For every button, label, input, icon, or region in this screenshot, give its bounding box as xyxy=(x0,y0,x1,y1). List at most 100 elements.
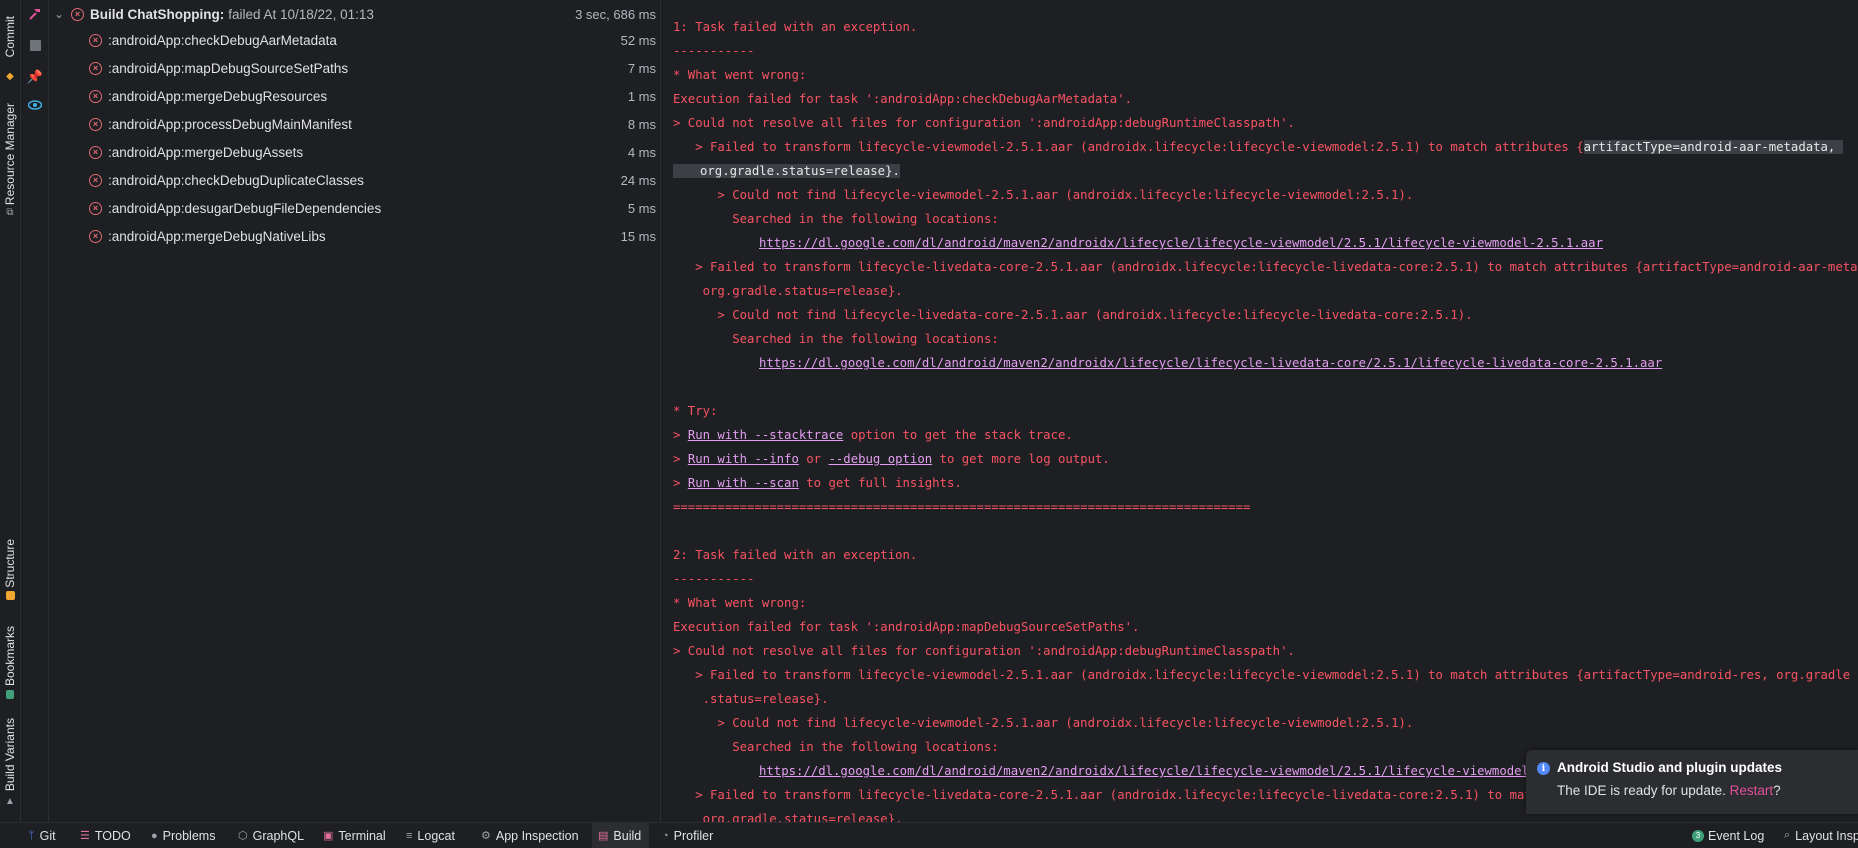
terminal-icon: ▣ xyxy=(323,830,334,842)
error-icon: × xyxy=(71,7,84,21)
logcat-tab-label: Logcat xyxy=(417,828,455,843)
console-line: Searched in the following locations: xyxy=(673,212,999,226)
eye-icon[interactable] xyxy=(27,97,43,113)
console-line: org.gradle.status=release}. xyxy=(673,812,903,822)
stop-icon[interactable] xyxy=(27,37,43,53)
repository-link[interactable]: https://dl.google.com/dl/android/maven2/… xyxy=(759,233,1603,253)
structure-tab-label: Structure xyxy=(3,538,17,588)
console-line: > Run with --stacktrace option to get th… xyxy=(673,425,1073,445)
chevron-down-icon[interactable]: ⌄ xyxy=(52,7,66,21)
console-text: to get more log output. xyxy=(932,452,1110,466)
build-variants-tab-label: Build Variants xyxy=(3,718,17,792)
error-icon: × xyxy=(89,173,102,187)
task-row[interactable]: × :androidApp:mergeDebugNativeLibs 15 ms xyxy=(49,222,660,250)
repository-link[interactable]: https://dl.google.com/dl/android/maven2/… xyxy=(759,761,1544,781)
layout-inspector-icon: ⌕ xyxy=(1784,829,1791,841)
console-line: > Run with --scan to get full insights. xyxy=(673,473,962,493)
build-root-status: failed At 10/18/22, 01:13 xyxy=(228,6,374,22)
task-duration: 7 ms xyxy=(627,60,656,76)
pin-icon[interactable]: 📌 xyxy=(27,69,43,85)
event-log-badge: 3 xyxy=(1692,829,1704,842)
prompt-marker: > xyxy=(673,476,688,490)
hammer-icon[interactable] xyxy=(27,6,43,22)
problems-tab-label: Problems xyxy=(162,828,216,843)
update-notification[interactable]: i Android Studio and plugin updates The … xyxy=(1526,750,1858,814)
structure-tab[interactable]: Structure xyxy=(0,533,20,593)
task-row[interactable]: × :androidApp:checkDebugDuplicateClasses… xyxy=(49,166,660,194)
bookmarks-tab[interactable]: Bookmarks xyxy=(0,622,20,690)
task-row[interactable]: × :androidApp:processDebugMainManifest 8… xyxy=(49,110,660,138)
task-name: :androidApp:mergeDebugResources xyxy=(108,88,328,104)
layout-inspector-tab[interactable]: ⌕ Layout Insp xyxy=(1784,823,1858,848)
console-line: > Run with --info or --debug option to g… xyxy=(673,449,1110,469)
error-icon: × xyxy=(89,33,102,47)
console-line: > Could not resolve all files for config… xyxy=(673,116,1295,130)
console-line: > Could not find lifecycle-livedata-core… xyxy=(673,308,1473,322)
problems-tab[interactable]: ● Problems xyxy=(151,823,215,848)
task-row[interactable]: × :androidApp:mergeDebugAssets 4 ms xyxy=(49,138,660,166)
left-tool-strip: Commit ◆ Resource Manager ⧉ Structure Bo… xyxy=(0,0,21,847)
task-row[interactable]: × :androidApp:mergeDebugResources 1 ms xyxy=(49,82,660,110)
build-icon: ▤ xyxy=(598,830,609,842)
build-output-console[interactable]: 1: Task failed with an exception. ------… xyxy=(661,0,1858,822)
console-line: > Failed to transform lifecycle-viewmode… xyxy=(673,668,1851,682)
logcat-icon: ≡ xyxy=(406,829,413,842)
build-root-duration: 3 sec, 686 ms xyxy=(575,6,656,22)
console-line: > Failed to transform lifecycle-livedata… xyxy=(673,260,1858,274)
debug-link[interactable]: --debug option xyxy=(829,452,933,466)
console-line: 2: Task failed with an exception. xyxy=(673,548,918,562)
scan-link[interactable]: Run with --scan xyxy=(688,476,799,490)
task-duration: 52 ms xyxy=(620,32,656,48)
app-inspection-tab[interactable]: ⚙ App Inspection xyxy=(481,823,579,848)
repository-link[interactable]: https://dl.google.com/dl/android/maven2/… xyxy=(759,353,1662,373)
task-row[interactable]: × :androidApp:checkDebugAarMetadata 52 m… xyxy=(49,26,660,54)
console-line: * Try: xyxy=(673,404,718,418)
selected-text: org.gradle.status=release}. xyxy=(673,164,900,178)
error-icon: × xyxy=(89,117,102,131)
console-line: > Could not find lifecycle-viewmodel-2.5… xyxy=(673,188,1414,202)
graphql-tab[interactable]: ⬡ GraphQL xyxy=(238,823,304,848)
console-line: > Failed to transform lifecycle-viewmode… xyxy=(673,137,1843,157)
task-duration: 4 ms xyxy=(627,144,656,160)
resource-manager-tab[interactable]: Resource Manager xyxy=(0,100,20,208)
selected-text: artifactType=android-aar-metadata, xyxy=(1583,140,1843,154)
profiler-icon: ◔ xyxy=(662,829,669,842)
build-root-name: Build ChatShopping: xyxy=(90,6,225,22)
info-link[interactable]: Run with --info xyxy=(688,452,799,466)
console-line: 1: Task failed with an exception. xyxy=(673,20,918,34)
console-line: org.gradle.status=release}. xyxy=(673,161,900,181)
build-variants-tab[interactable]: Build Variants xyxy=(0,716,20,794)
task-name: :androidApp:checkDebugDuplicateClasses xyxy=(108,172,364,188)
task-name: :androidApp:mergeDebugNativeLibs xyxy=(108,228,326,244)
build-root-row[interactable]: ⌄ × Build ChatShopping: failed At 10/18/… xyxy=(49,0,660,28)
logcat-tab[interactable]: ≡ Logcat xyxy=(406,823,455,848)
console-line: > Could not resolve all files for config… xyxy=(673,644,1295,658)
build-variants-icon: ▲ xyxy=(5,795,15,807)
git-tab[interactable]: ᛘ Git xyxy=(28,823,56,848)
app-inspection-tab-label: App Inspection xyxy=(495,828,579,843)
terminal-tab[interactable]: ▣ Terminal xyxy=(323,823,386,848)
build-toolbar: 📌 xyxy=(21,0,49,822)
console-line: > Failed to transform lifecycle-livedata… xyxy=(673,788,1547,802)
task-name: :androidApp:checkDebugAarMetadata xyxy=(108,32,337,48)
terminal-tab-label: Terminal xyxy=(338,828,386,843)
profiler-tab[interactable]: ◔ Profiler xyxy=(662,823,713,848)
commit-tab-label: Commit xyxy=(3,16,17,58)
stacktrace-link[interactable]: Run with --stacktrace xyxy=(688,428,843,442)
tool-window-bar: ᛘ Git ☰ TODO ● Problems ⬡ GraphQL ▣ Terminal … xyxy=(0,822,1858,848)
task-row[interactable]: × :androidApp:mapDebugSourceSetPaths 7 m… xyxy=(49,54,660,82)
task-row[interactable]: × :androidApp:desugarDebugFileDependenci… xyxy=(49,194,660,222)
todo-tab[interactable]: ☰ TODO xyxy=(80,823,131,848)
task-name: :androidApp:processDebugMainManifest xyxy=(108,116,352,132)
task-duration: 5 ms xyxy=(627,200,656,216)
commit-tab[interactable]: Commit xyxy=(0,6,20,68)
profiler-tab-label: Profiler xyxy=(673,828,714,843)
build-tab[interactable]: ▤ Build xyxy=(592,823,650,848)
console-line: > Could not find lifecycle-viewmodel-2.5… xyxy=(673,716,1414,730)
console-line: org.gradle.status=release}. xyxy=(673,284,903,298)
event-log-tab[interactable]: 3 Event Log xyxy=(1692,823,1764,848)
console-line: * What went wrong: xyxy=(673,68,807,82)
notification-text: The IDE is ready for update. xyxy=(1557,783,1730,798)
restart-link[interactable]: Restart xyxy=(1730,783,1774,798)
console-text: or xyxy=(798,452,829,466)
